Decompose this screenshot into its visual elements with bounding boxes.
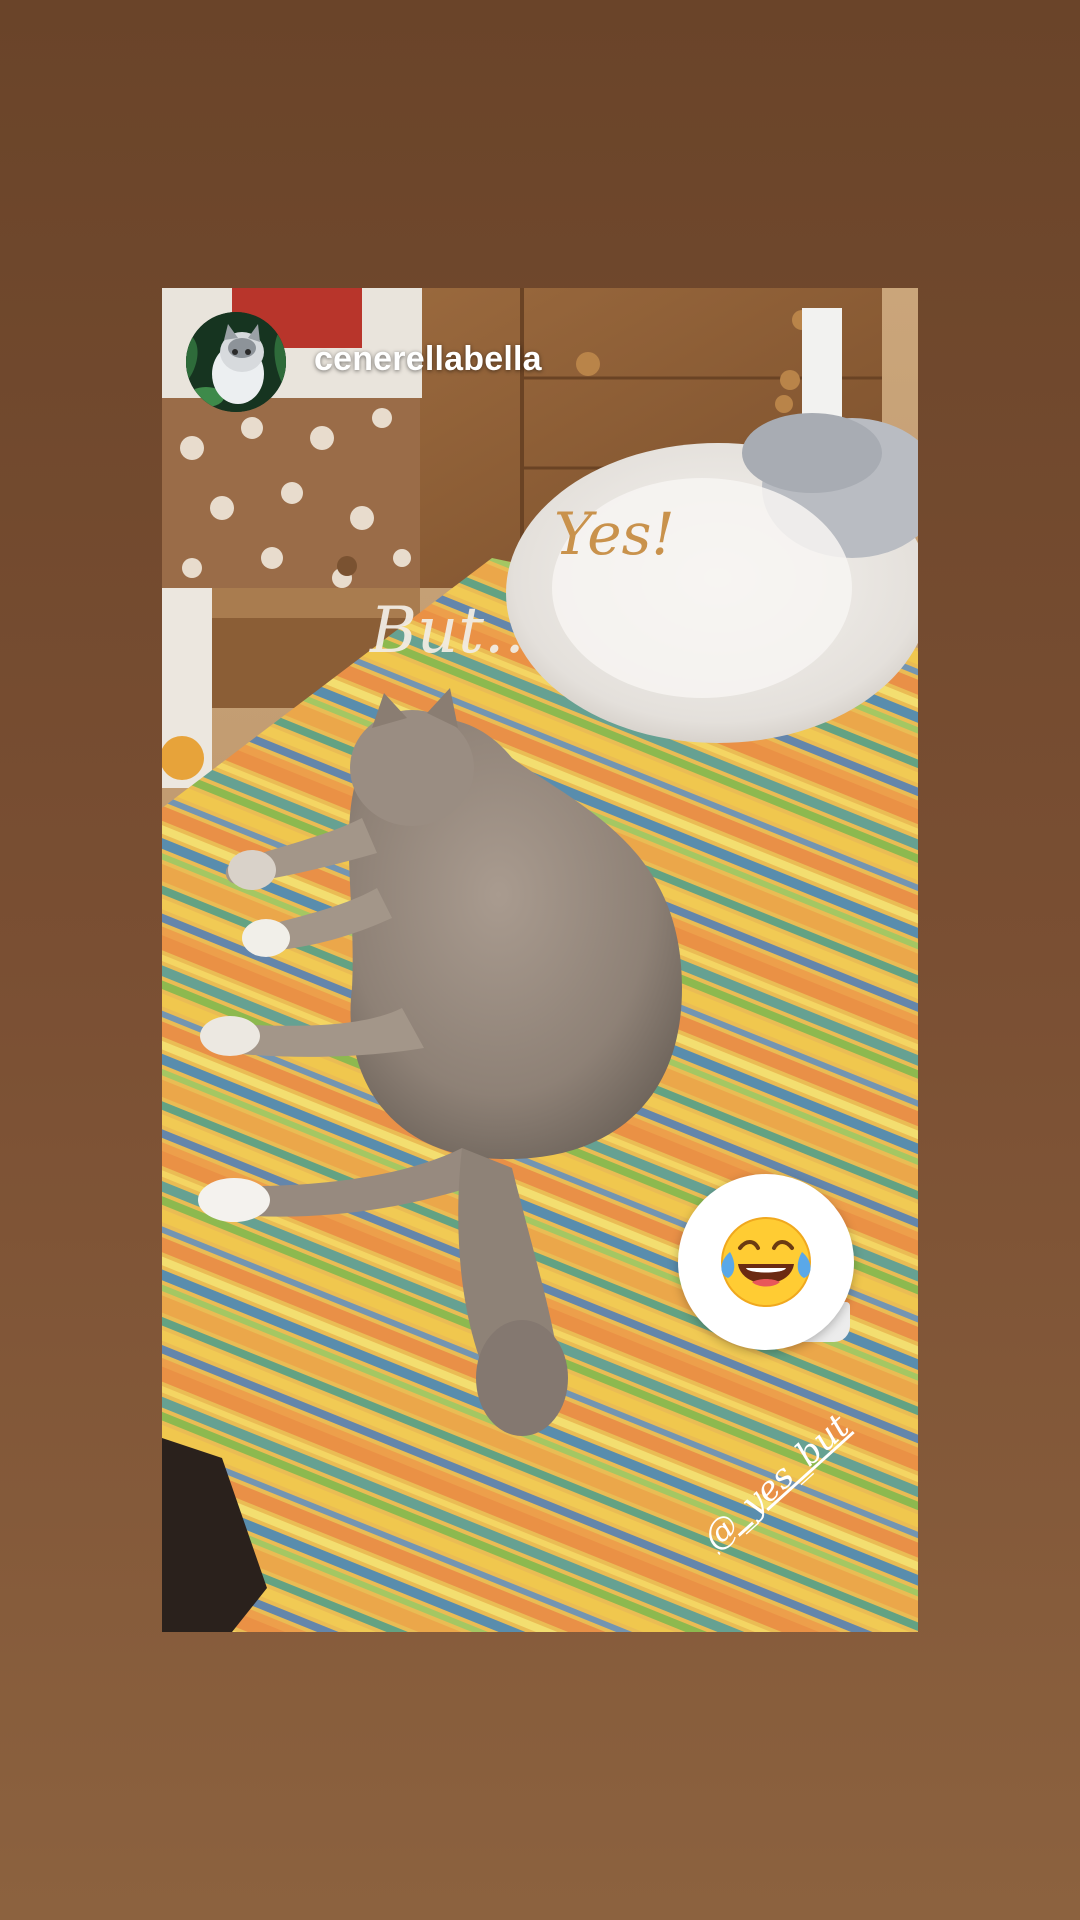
caption-yes: Yes!: [554, 500, 675, 568]
avatar[interactable]: [186, 312, 286, 412]
emoji-reaction-sticker[interactable]: [678, 1174, 854, 1350]
story-frame[interactable]: cenerellabella Yes! But.. @_yes_but: [162, 288, 918, 1632]
username[interactable]: cenerellabella: [314, 340, 542, 379]
face-with-tears-of-joy-icon: [721, 1217, 811, 1307]
caption-but: But..: [370, 594, 525, 668]
